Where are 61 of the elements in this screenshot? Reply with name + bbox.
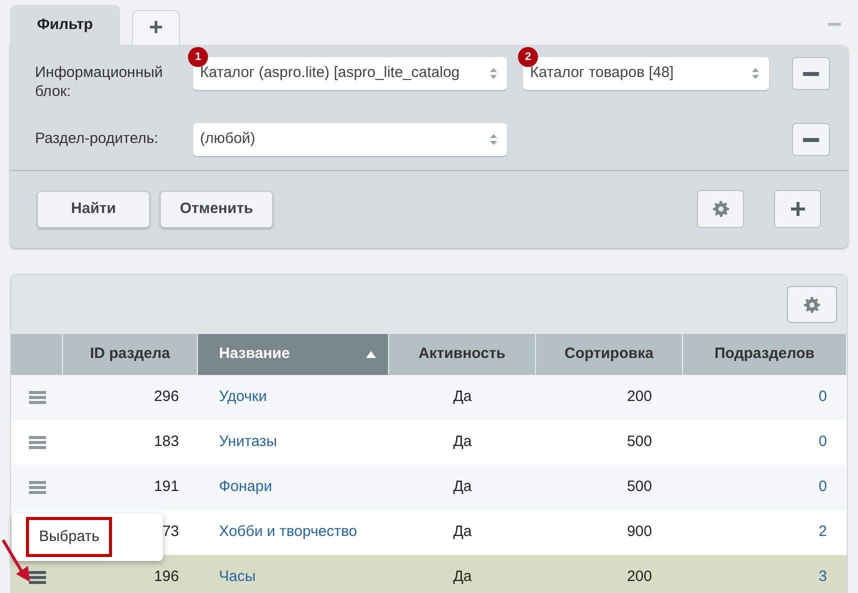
subsection-count-link[interactable]: 0 <box>818 388 827 406</box>
section-link[interactable]: Удочки <box>219 388 267 406</box>
table-cell: Да <box>453 388 472 406</box>
add-field-button[interactable] <box>774 190 821 228</box>
remove-field-button[interactable] <box>792 123 830 156</box>
column-header[interactable]: Активность <box>389 334 536 375</box>
menu-icon[interactable] <box>28 571 46 584</box>
table-cell: 73 <box>162 523 179 540</box>
section-link[interactable]: Хобби и творчество <box>219 523 358 540</box>
step-badge: 1 <box>188 47 208 67</box>
menu-icon[interactable] <box>28 391 46 404</box>
minus-icon <box>803 72 819 76</box>
find-button[interactable]: Найти <box>37 190 150 228</box>
table-cell: 296 <box>154 388 179 406</box>
table-cell: 500 <box>626 433 652 450</box>
table-cell: 196 <box>154 568 179 586</box>
table-cell: 200 <box>626 388 652 406</box>
plus-icon <box>790 202 804 216</box>
table-cell: 200 <box>626 568 652 586</box>
filter-tab[interactable]: Фильтр <box>10 5 120 45</box>
filter-tab[interactable]: + <box>132 10 180 45</box>
minus-icon <box>803 138 819 142</box>
settings-icon <box>804 296 820 312</box>
arrow-annotation <box>0 538 32 584</box>
section-link[interactable]: Фонари <box>219 478 272 496</box>
subsection-count-link[interactable]: 0 <box>818 478 827 496</box>
sort-arrows-icon <box>752 68 759 79</box>
table-cell: 900 <box>626 523 652 540</box>
menu-item[interactable]: Выбрать <box>26 517 112 557</box>
cancel-button[interactable]: Отменить <box>160 190 273 228</box>
table-cell: Да <box>453 433 472 450</box>
sort-ascending-icon <box>366 351 376 358</box>
sort-arrows-icon <box>490 134 497 145</box>
remove-field-button[interactable] <box>792 57 830 90</box>
settings-button[interactable] <box>697 190 744 228</box>
column-header[interactable]: Сортировка <box>536 334 683 375</box>
table-cell: 500 <box>626 478 652 496</box>
field-label: Информационный блок: <box>35 63 164 101</box>
section-link[interactable]: Часы <box>219 568 256 586</box>
step-badge: 2 <box>518 47 538 67</box>
select-field[interactable]: (любой) <box>193 123 507 156</box>
menu-icon[interactable] <box>28 481 46 494</box>
subsection-count-link[interactable]: 2 <box>818 523 827 540</box>
settings-icon <box>712 201 728 217</box>
table-cell: 183 <box>154 433 179 450</box>
table-cell: 191 <box>154 478 179 496</box>
subsection-count-link[interactable]: 3 <box>818 568 827 586</box>
table-row[interactable]: 196 Часы Да 200 3 <box>11 555 847 593</box>
table-cell: Да <box>453 568 472 586</box>
table-cell: Да <box>453 478 472 496</box>
menu-icon[interactable] <box>28 436 46 449</box>
column-header[interactable]: Подразделов <box>683 334 847 375</box>
column-header[interactable]: ID раздела <box>63 334 198 375</box>
sort-arrows-icon <box>490 68 497 79</box>
settings-button[interactable] <box>787 286 837 323</box>
field-label: Раздел-родитель: <box>35 129 160 148</box>
table-cell: Да <box>453 523 472 540</box>
table-row[interactable]: 183 Унитазы Да 500 0 <box>11 420 847 465</box>
section-link[interactable]: Унитазы <box>219 433 278 450</box>
subsection-count-link[interactable]: 0 <box>818 433 827 450</box>
column-header[interactable]: Название <box>198 334 389 375</box>
